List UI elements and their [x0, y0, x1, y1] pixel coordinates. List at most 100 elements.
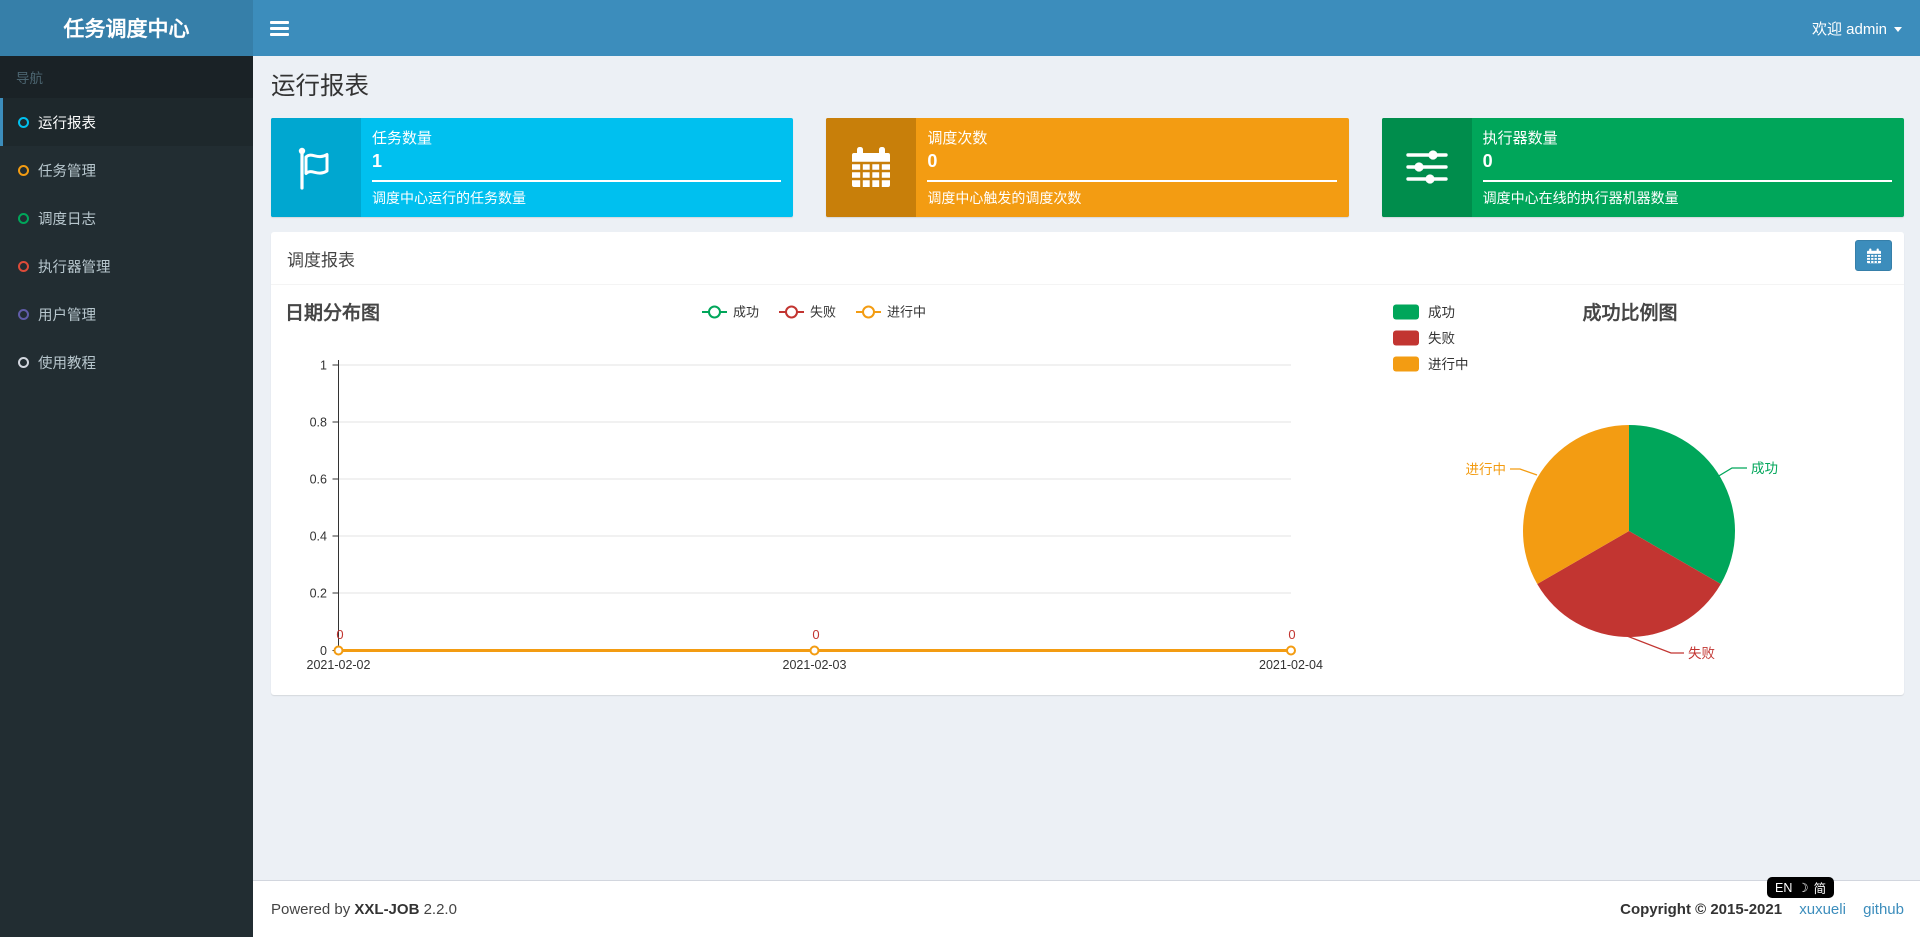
sidebar-item-job-manage[interactable]: 任务管理 — [0, 146, 253, 194]
sidebar-item-label: 用户管理 — [38, 307, 96, 324]
product-version: 2.2.0 — [423, 900, 457, 918]
svg-text:0: 0 — [336, 627, 343, 642]
stat-card-title: 调度次数 — [927, 130, 988, 147]
sidebar-item-user-manage[interactable]: 用户管理 — [0, 290, 253, 338]
series-line-running — [333, 645, 1296, 656]
lang-zh-label: 简 — [1813, 882, 1827, 896]
main-header: 任务调度中心 欢迎 admin — [0, 0, 1920, 56]
svg-text:进行中: 进行中 — [887, 305, 926, 320]
calendar-icon — [826, 118, 917, 217]
svg-text:进行中: 进行中 — [1466, 462, 1507, 477]
translate-widget[interactable]: EN ☽ 简 — [1767, 877, 1835, 898]
circle-icon — [18, 164, 29, 176]
svg-text:失败: 失败 — [1428, 331, 1456, 346]
svg-text:失败: 失败 — [1688, 646, 1716, 661]
stat-card-trigger-count: 调度次数 0 调度中心触发的调度次数 — [826, 118, 1349, 217]
panel-title: 调度报表 — [287, 251, 355, 270]
main-footer: Powered by XXL-JOB 2.2.0 Copyright © 201… — [253, 880, 1920, 937]
point-value-labels: 0 0 0 — [336, 627, 1295, 642]
content-header: 运行报表 — [253, 56, 1920, 102]
flag-icon — [271, 118, 361, 217]
svg-text:2021-02-04: 2021-02-04 — [1259, 658, 1323, 672]
page-title: 运行报表 — [271, 73, 369, 100]
hamburger-icon — [269, 20, 289, 24]
svg-text:0: 0 — [812, 627, 819, 642]
legend-item-running[interactable]: 进行中 — [1393, 356, 1469, 373]
svg-text:成功: 成功 — [1751, 461, 1778, 476]
lang-en-label: EN — [1775, 880, 1793, 895]
copyright-text: Copyright © 2015-2021 — [1620, 900, 1783, 918]
stat-card-value: 1 — [372, 151, 383, 171]
pie-slices — [1522, 425, 1736, 638]
svg-text:失败: 失败 — [810, 305, 836, 320]
svg-text:0.8: 0.8 — [310, 416, 327, 430]
panel-body: 日期分布图 成功 失败 进行中 1 0.8 0.6 0.4 0.2 0 2021… — [271, 285, 1904, 695]
pie-chart-legend: 成功 失败 进行中 — [1393, 304, 1469, 373]
legend-item-fail[interactable]: 失败 — [779, 305, 836, 320]
stat-card-title: 任务数量 — [372, 130, 433, 147]
link-github[interactable]: github — [1863, 901, 1904, 918]
sidebar-item-help[interactable]: 使用教程 — [0, 338, 253, 386]
sidebar-item-label: 调度日志 — [38, 211, 96, 228]
x-axis-labels: 2021-02-02 2021-02-03 2021-02-04 — [307, 658, 1323, 672]
calendar-icon — [1866, 248, 1881, 263]
app-brand[interactable]: 任务调度中心 — [0, 0, 253, 56]
chevron-down-icon — [1894, 26, 1902, 32]
svg-text:0: 0 — [1288, 627, 1295, 642]
sidebar-section-label: 导航 — [0, 56, 253, 98]
user-menu[interactable]: 欢迎 admin — [1794, 0, 1920, 56]
welcome-text: 欢迎 admin — [1811, 20, 1887, 38]
sidebar-item-dashboard[interactable]: 运行报表 — [0, 98, 253, 146]
circle-icon — [18, 308, 29, 320]
product-name: XXL-JOB — [354, 900, 420, 918]
sliders-icon — [1381, 118, 1472, 217]
sidebar-item-job-log[interactable]: 调度日志 — [0, 194, 253, 242]
legend-item-success[interactable]: 成功 — [1393, 304, 1455, 321]
legend-item-success[interactable]: 成功 — [702, 305, 759, 320]
circle-icon — [18, 260, 29, 272]
pie-chart: 成功比例图 成功 失败 进行中 成功 进行中 失败 — [1393, 301, 1778, 661]
circle-icon — [18, 212, 29, 224]
data-point — [1286, 645, 1296, 656]
data-point — [333, 645, 344, 656]
line-chart-title: 日期分布图 — [285, 301, 380, 324]
stat-card-executor-count: 执行器数量 0 调度中心在线的执行器机器数量 — [1381, 118, 1904, 217]
stat-card-title: 执行器数量 — [1482, 130, 1558, 147]
sidebar-item-executor-manage[interactable]: 执行器管理 — [0, 242, 253, 290]
sidebar: 导航 运行报表 任务管理 调度日志 执行器管理 用户管理 使用教程 — [0, 56, 253, 937]
stat-card-description: 调度中心在线的执行器机器数量 — [1482, 190, 1679, 206]
panel-header: 调度报表 — [271, 232, 1904, 285]
line-chart: 日期分布图 成功 失败 进行中 1 0.8 0.6 0.4 0.2 0 2021… — [285, 301, 1323, 672]
sidebar-toggle-button[interactable] — [253, 0, 305, 56]
line-chart-legend: 成功 失败 进行中 — [702, 305, 926, 320]
data-point — [809, 645, 820, 656]
date-range-button[interactable] — [1855, 240, 1892, 271]
svg-text:0.4: 0.4 — [310, 530, 327, 544]
svg-text:成功: 成功 — [1428, 305, 1455, 320]
sidebar-item-label: 运行报表 — [38, 115, 96, 132]
y-axis-labels: 1 0.8 0.6 0.4 0.2 0 — [310, 359, 327, 659]
stat-card-value: 0 — [927, 151, 938, 171]
schedule-report-panel: 调度报表 日期分布图 成功 失败 进行中 1 0.8 0.6 0.4 0.2 0… — [271, 232, 1904, 695]
svg-text:2021-02-02: 2021-02-02 — [307, 658, 371, 672]
stat-card-job-count: 任务数量 1 调度中心运行的任务数量 — [271, 118, 794, 217]
svg-text:0.2: 0.2 — [310, 587, 327, 601]
stat-card-value: 0 — [1482, 151, 1493, 171]
pie-chart-title: 成功比例图 — [1582, 301, 1677, 324]
stat-card-description: 调度中心运行的任务数量 — [372, 190, 526, 206]
svg-text:成功: 成功 — [733, 305, 759, 320]
stat-card-progress — [372, 180, 782, 182]
link-xuxueli[interactable]: xuxueli — [1799, 901, 1846, 918]
svg-text:0: 0 — [320, 644, 327, 658]
top-navbar: 欢迎 admin — [253, 0, 1920, 56]
circle-icon — [18, 116, 29, 128]
sidebar-menu: 运行报表 任务管理 调度日志 执行器管理 用户管理 使用教程 — [0, 98, 253, 386]
sidebar-item-label: 任务管理 — [38, 163, 96, 180]
stat-card-description: 调度中心触发的调度次数 — [927, 190, 1082, 206]
powered-by: Powered by XXL-JOB 2.2.0 — [271, 900, 457, 918]
gridlines — [339, 364, 1291, 594]
legend-item-fail[interactable]: 失败 — [1393, 330, 1456, 347]
circle-icon — [18, 356, 29, 368]
legend-item-running[interactable]: 进行中 — [856, 305, 926, 320]
svg-text:1: 1 — [320, 359, 327, 373]
